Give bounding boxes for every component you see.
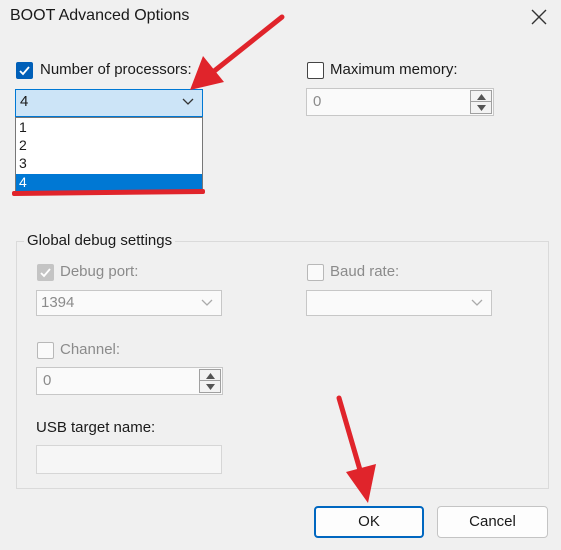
annotation-arrow-processors: [190, 14, 285, 90]
annotation-arrow-ok: [336, 395, 376, 503]
annotation-arrows: [190, 14, 376, 503]
